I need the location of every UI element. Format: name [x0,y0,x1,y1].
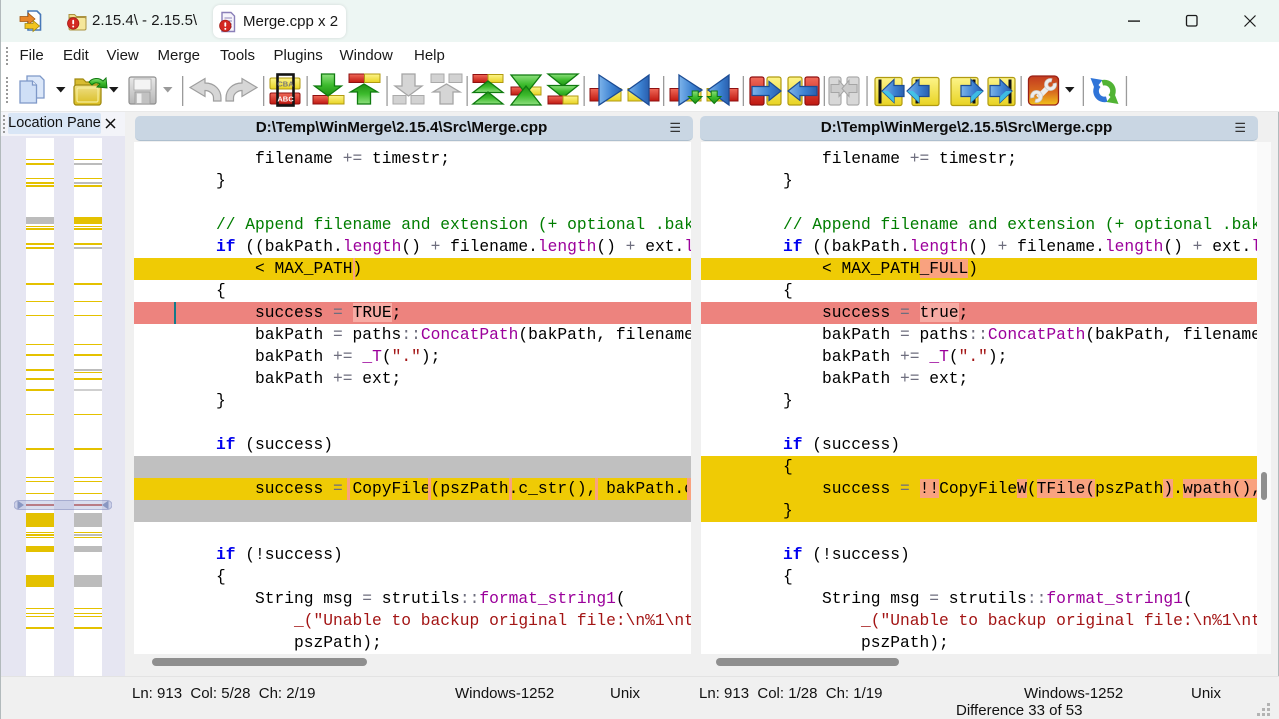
svg-text:ABC: ABC [277,95,294,104]
svg-text:CBA: CBA [277,80,294,89]
